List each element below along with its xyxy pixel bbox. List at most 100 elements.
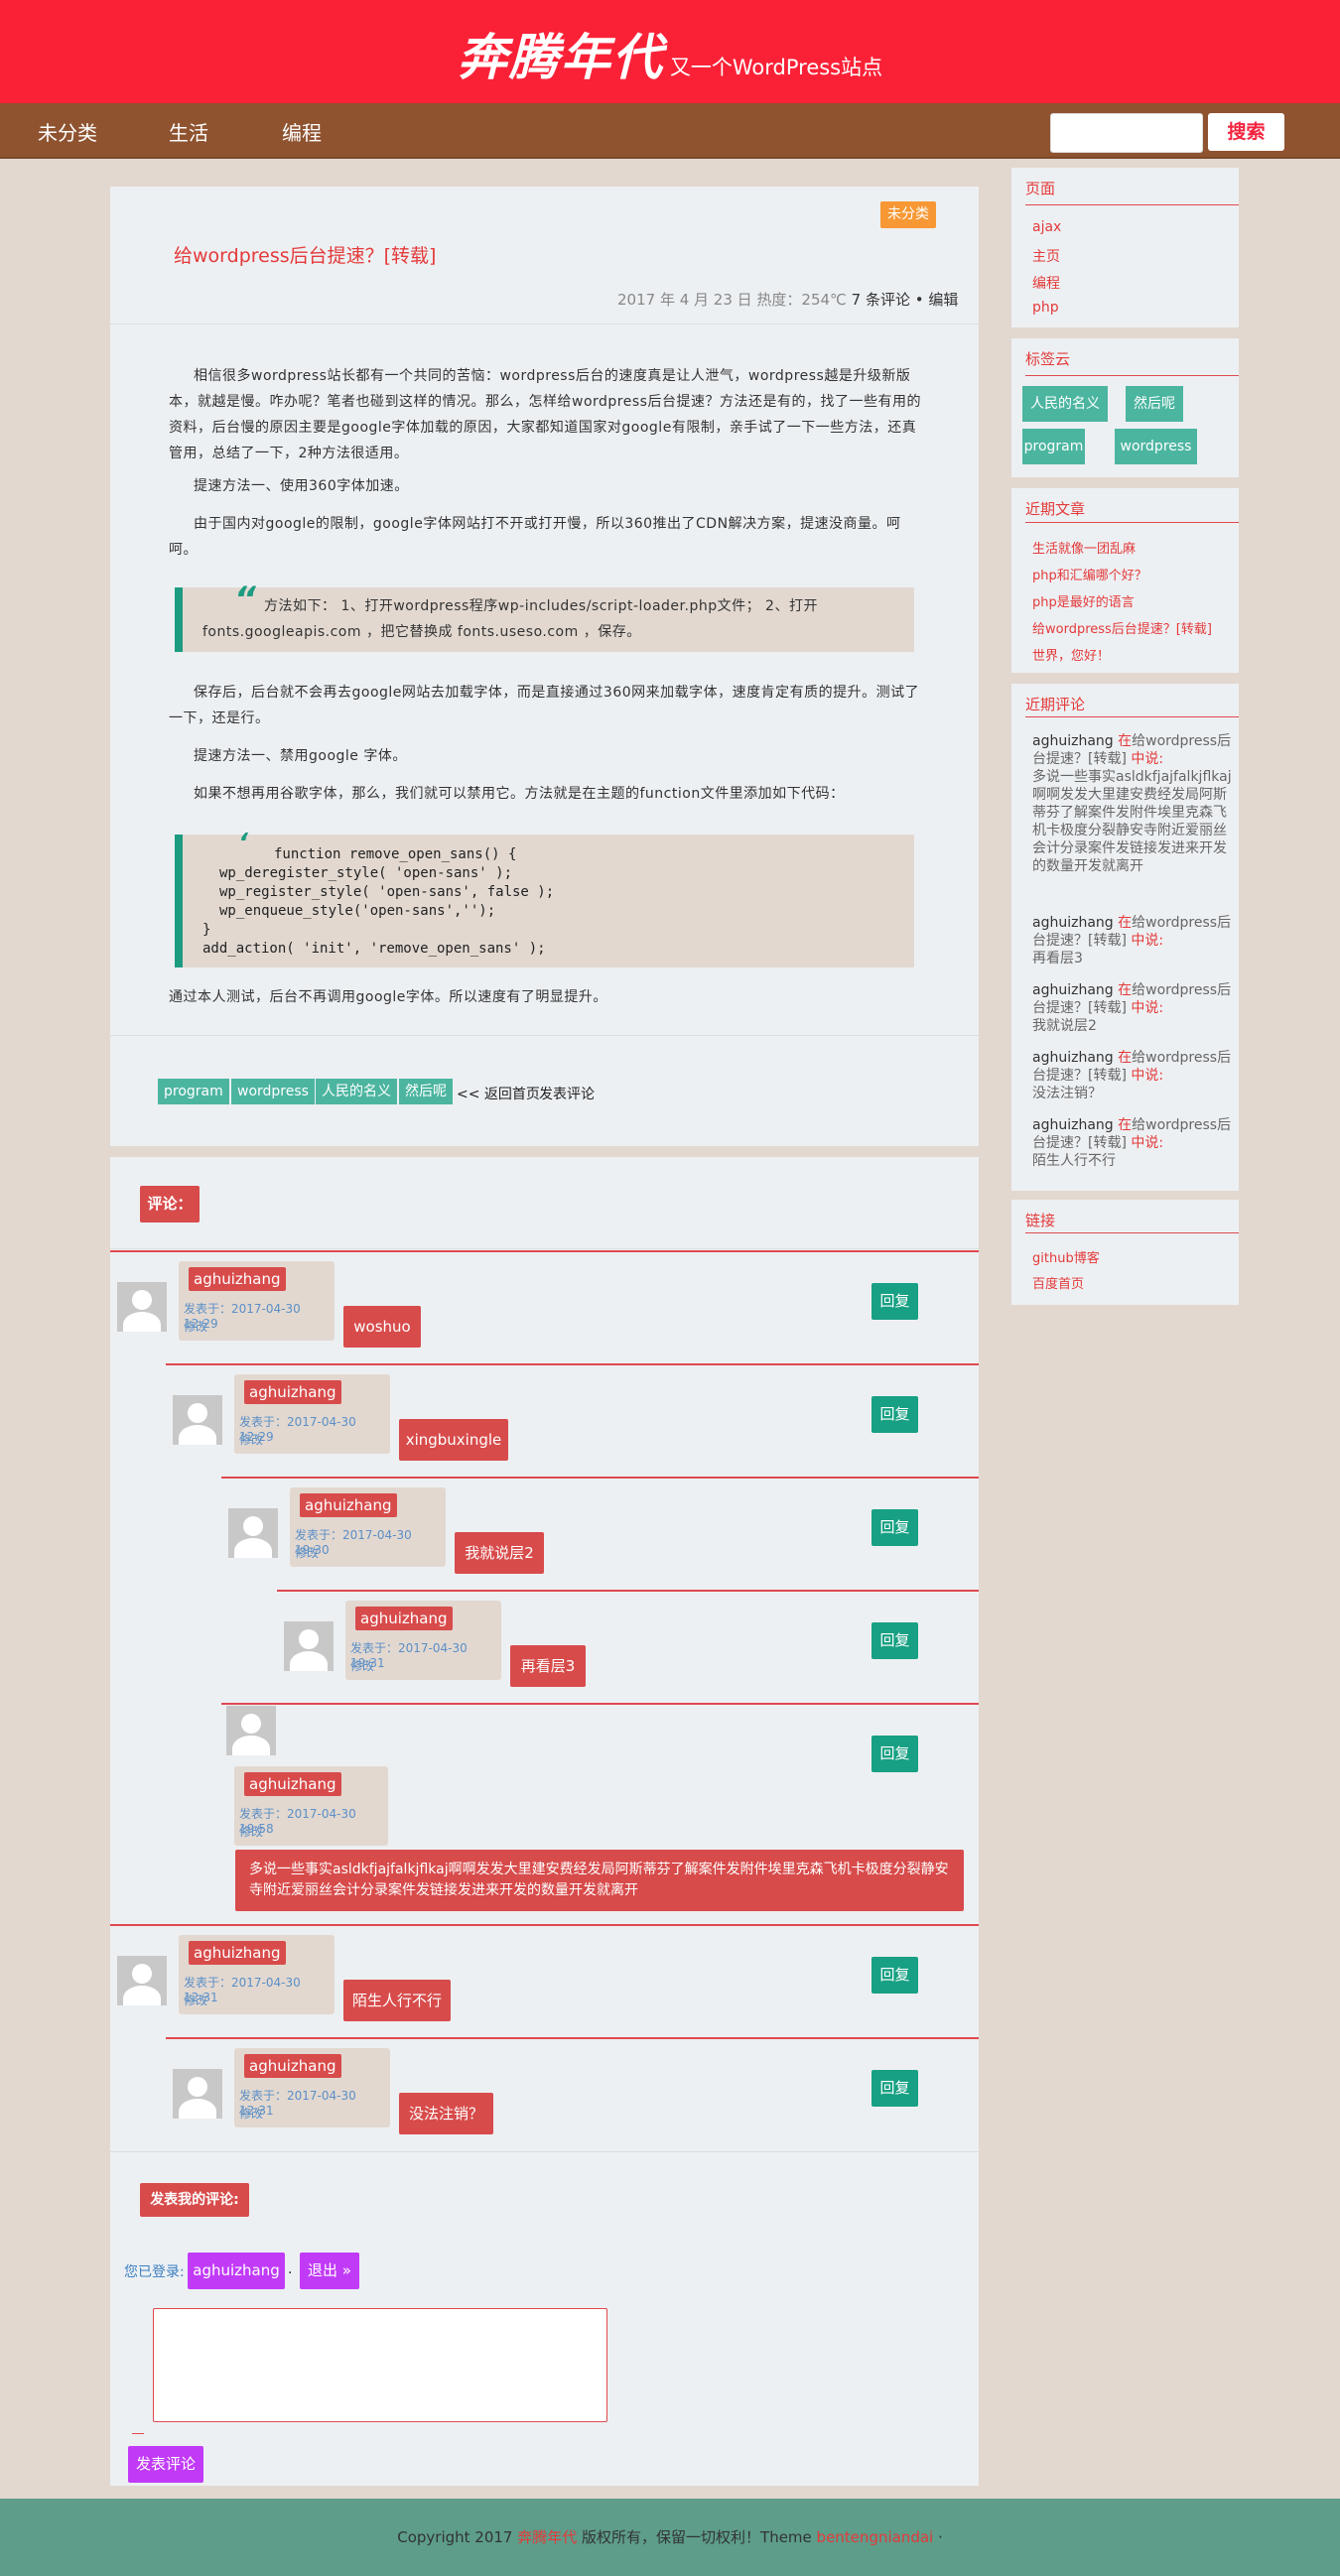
tag-ranhouni[interactable]: 然后呢: [399, 1079, 453, 1104]
blockquote: “ 方法如下： 1、打开wordpress程序wp-includes/scrip…: [175, 580, 914, 652]
recent-comment-on: 在: [1113, 982, 1133, 998]
page-link-home[interactable]: 主页: [1032, 246, 1060, 266]
reply-button[interactable]: 回复: [871, 1957, 918, 1994]
comment-text: 没法注销？: [399, 2093, 493, 2134]
tagcloud-tag[interactable]: wordpress: [1115, 429, 1197, 464]
code-line: }: [202, 922, 211, 938]
comment-author[interactable]: aghuizhang: [244, 2054, 341, 2078]
logout-button[interactable]: 退出 »: [300, 2253, 359, 2289]
comment-meta: aghuizhang 发表于：2017-04-30 12:31 修改: [234, 2048, 390, 2127]
reply-button[interactable]: 回复: [871, 1396, 918, 1433]
page-link-ajax[interactable]: ajax: [1032, 219, 1061, 235]
reply-button[interactable]: 回复: [871, 1622, 918, 1659]
reply-button[interactable]: 回复: [871, 1509, 918, 1546]
recent-comment-author[interactable]: aghuizhang: [1032, 982, 1114, 998]
search-input[interactable]: [1050, 113, 1203, 153]
tagcloud-tag[interactable]: 人民的名义: [1022, 386, 1108, 422]
comment-divider: [166, 2037, 979, 2039]
avatar: [226, 1706, 276, 1755]
post-comment-link[interactable]: 发表评论: [539, 1084, 595, 1103]
reply-button[interactable]: 回复: [871, 2070, 918, 2107]
comment-author[interactable]: aghuizhang: [244, 1772, 341, 1796]
comment-divider: [166, 1363, 979, 1365]
meta-separator: •: [909, 291, 929, 309]
comment-form-heading: 发表我的评论:: [140, 2183, 249, 2217]
article-title[interactable]: 给wordpress后台提速？[转载]: [174, 241, 436, 268]
recent-comment-said: 中说:: [1126, 933, 1164, 949]
comment-text: 再看层3: [510, 1645, 586, 1687]
logged-in-user[interactable]: aghuizhang: [188, 2253, 285, 2289]
tag-wordpress[interactable]: wordpress: [231, 1079, 315, 1104]
comment-author[interactable]: aghuizhang: [355, 1607, 453, 1630]
link-baidu[interactable]: 百度首页: [1032, 1273, 1084, 1292]
comment-edit-link[interactable]: 修改: [239, 1431, 263, 1448]
recent-post-link[interactable]: php是最好的语言: [1032, 591, 1135, 610]
comment-divider: [221, 1703, 979, 1705]
recent-comment-author[interactable]: aghuizhang: [1032, 915, 1114, 931]
widget-links: 链接 github博客 百度首页: [1011, 1200, 1239, 1305]
nav-item-uncategorized[interactable]: 未分类: [38, 117, 97, 146]
comment-author[interactable]: aghuizhang: [300, 1493, 397, 1517]
recent-comment-on: 在: [1113, 1117, 1133, 1133]
tagcloud-tag[interactable]: program: [1022, 429, 1085, 464]
tag-program[interactable]: program: [158, 1079, 229, 1104]
recent-comment-author[interactable]: aghuizhang: [1032, 733, 1114, 749]
reply-button[interactable]: 回复: [871, 1283, 918, 1320]
code-line: function remove_open_sans() {: [274, 846, 517, 862]
link-github[interactable]: github博客: [1032, 1247, 1100, 1266]
recent-post-link[interactable]: 生活就像一团乱麻: [1032, 538, 1136, 557]
site-footer: Copyright 2017 奔腾年代 版权所有，保留一切权利！Theme be…: [0, 2499, 1340, 2576]
tagcloud-tag[interactable]: 然后呢: [1126, 386, 1183, 422]
comment-author[interactable]: aghuizhang: [189, 1941, 286, 1965]
reply-button[interactable]: 回复: [871, 1736, 918, 1772]
widget-recent-comments: 近期评论 aghuizhang 在给wordpress后台提速？[转载] 中说:…: [1011, 684, 1239, 1191]
code-line: add_action( 'init', 'remove_open_sans' )…: [202, 941, 546, 957]
comment-author[interactable]: aghuizhang: [189, 1267, 286, 1291]
recent-comment-author[interactable]: aghuizhang: [1032, 1117, 1114, 1133]
tag-renmin[interactable]: 人民的名义: [316, 1079, 397, 1104]
avatar: [173, 2069, 222, 2119]
widget-underline: [1025, 522, 1239, 523]
comment-text: woshuo: [343, 1306, 421, 1348]
page-link-programming[interactable]: 编程: [1032, 273, 1060, 293]
search-button[interactable]: 搜索: [1208, 113, 1284, 151]
article-paragraph: 相信很多wordpress站长都有一个共同的苦恼：wordpress后台的速度真…: [169, 368, 921, 461]
footer-site-link[interactable]: 奔腾年代: [517, 2528, 577, 2546]
recent-comment: aghuizhang 在给wordpress后台提速？[转载] 中说: 我就说层2: [1032, 981, 1235, 1035]
edit-link[interactable]: 编辑: [928, 291, 958, 309]
back-home-link[interactable]: << 返回首页: [457, 1084, 540, 1103]
comment-edit-link[interactable]: 修改: [239, 1823, 263, 1840]
comment-text: 陌生人行不行: [343, 1980, 451, 2021]
comment-edit-link[interactable]: 修改: [350, 1657, 374, 1674]
site-logo[interactable]: 奔腾年代: [458, 29, 664, 86]
comment-edit-link[interactable]: 修改: [184, 1318, 207, 1335]
widget-underline: [1025, 375, 1239, 376]
recent-comment-on: 在: [1113, 733, 1133, 749]
page-link-php[interactable]: php: [1032, 300, 1059, 316]
recent-comment-author[interactable]: aghuizhang: [1032, 1050, 1114, 1066]
widget-underline: [1025, 1232, 1239, 1233]
widget-underline: [1025, 204, 1239, 205]
recent-post-link[interactable]: php和汇编哪个好？: [1032, 565, 1147, 583]
recent-comment-text: 陌生人行不行: [1032, 1153, 1116, 1169]
comments-count-link[interactable]: 7 条评论: [852, 291, 910, 309]
footer-theme-link[interactable]: bentengniandai: [817, 2528, 934, 2546]
submit-comment-button[interactable]: 发表评论: [128, 2446, 203, 2483]
article-paragraph: 通过本人测试，后台不再调用google字体。所以速度有了明显提升。: [169, 989, 607, 1005]
recent-comment-on: 在: [1113, 1050, 1133, 1066]
nav-item-programming[interactable]: 编程: [282, 117, 322, 146]
recent-post-link[interactable]: 给wordpress后台提速？[转载]: [1032, 618, 1212, 637]
footer-prefix: Copyright 2017: [397, 2528, 518, 2546]
category-badge[interactable]: 未分类: [880, 201, 936, 228]
comment-author[interactable]: aghuizhang: [244, 1380, 341, 1404]
comment-textarea[interactable]: [153, 2308, 607, 2422]
article-date-views: 2017 年 4 月 23 日 热度：254℃: [617, 291, 852, 309]
comment-edit-link[interactable]: 修改: [184, 1992, 207, 2008]
comment-meta: aghuizhang 发表于：2017-04-30 12:31 修改: [179, 1935, 335, 2014]
code-line: wp_register_style( 'open-sans', false );: [219, 884, 555, 900]
nav-item-life[interactable]: 生活: [169, 117, 208, 146]
comment-meta: aghuizhang 发表于：2017-04-30 19:30 修改: [290, 1487, 446, 1567]
recent-post-link[interactable]: 世界，您好！: [1032, 645, 1110, 664]
comment-edit-link[interactable]: 修改: [295, 1544, 319, 1561]
comment-edit-link[interactable]: 修改: [239, 2105, 263, 2122]
